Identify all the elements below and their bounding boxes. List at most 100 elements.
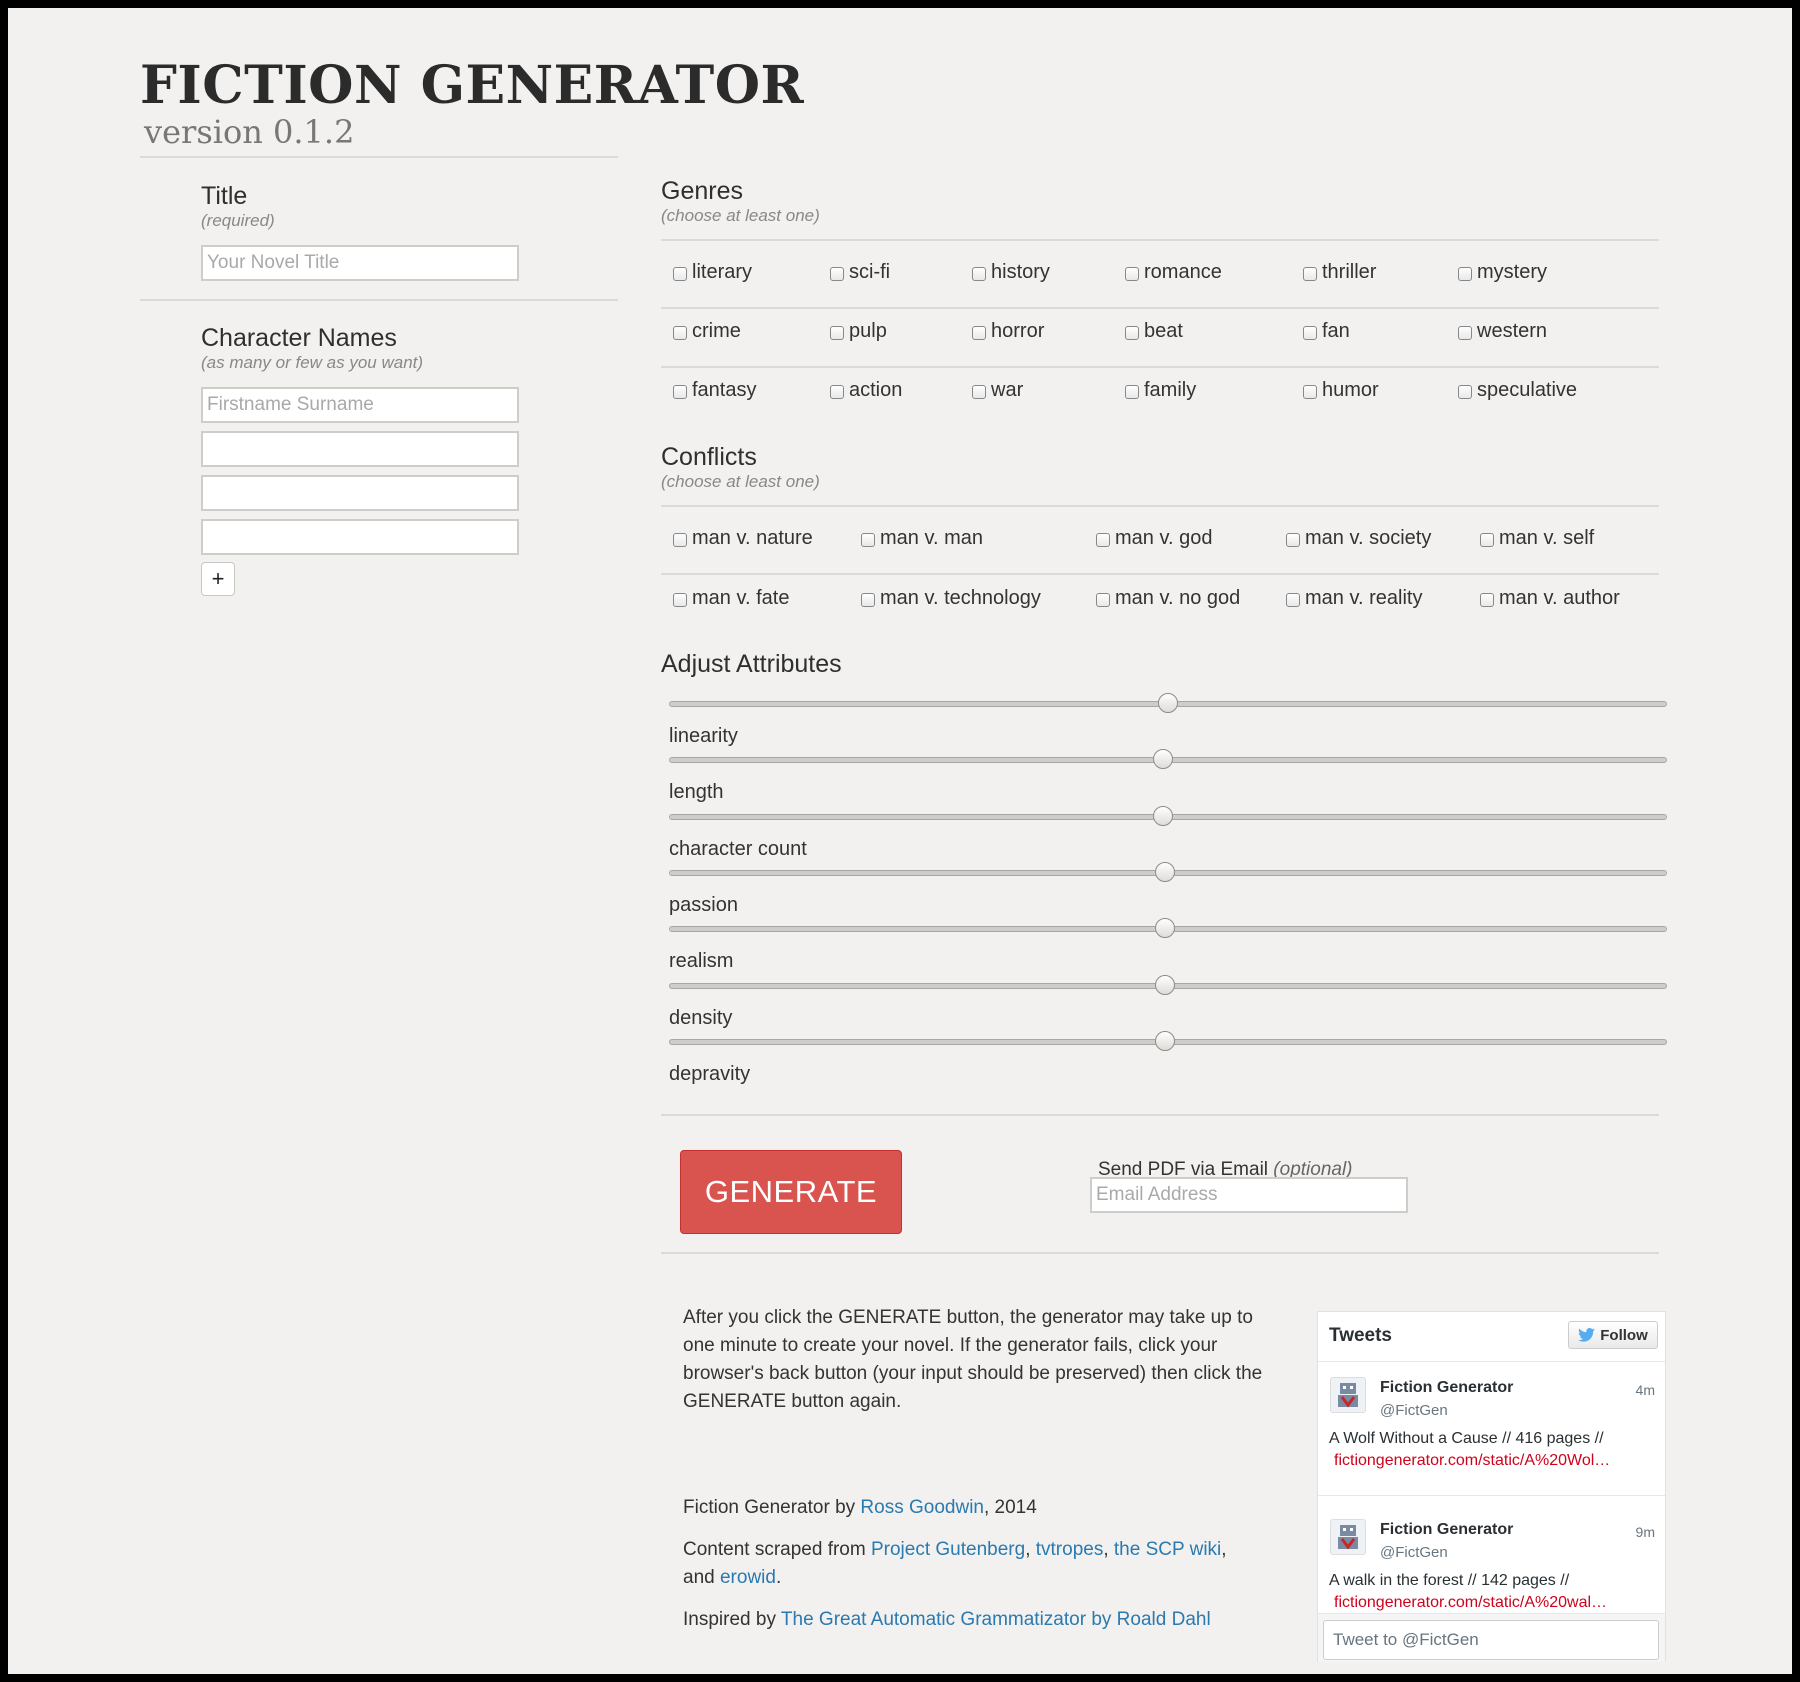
genres-checkbox-item[interactable]: war xyxy=(972,379,1023,402)
inspired-link[interactable]: The Great Automatic Grammatizator by Roa… xyxy=(781,1609,1211,1630)
attribute-slider-track[interactable] xyxy=(669,749,1667,770)
checkbox-icon[interactable] xyxy=(1480,533,1494,547)
genres-checkbox-item[interactable]: romance xyxy=(1125,261,1222,284)
generate-button[interactable]: GENERATE xyxy=(680,1150,902,1234)
checkbox-icon[interactable] xyxy=(972,326,986,340)
checkbox-icon[interactable] xyxy=(1303,385,1317,399)
novel-title-input[interactable] xyxy=(201,245,519,281)
tweet-author-name[interactable]: Fiction Generator xyxy=(1380,1522,1513,1538)
checkbox-icon[interactable] xyxy=(673,385,687,399)
checkbox-icon[interactable] xyxy=(1286,593,1300,607)
checkbox-icon[interactable] xyxy=(861,593,875,607)
conflicts-checkbox-item[interactable]: man v. self xyxy=(1480,527,1594,550)
attribute-slider-track[interactable] xyxy=(669,1030,1667,1051)
checkbox-icon[interactable] xyxy=(1303,326,1317,340)
genres-checkbox-item[interactable]: fan xyxy=(1303,320,1350,343)
genres-checkbox-item[interactable]: sci-fi xyxy=(830,261,890,284)
checkbox-icon[interactable] xyxy=(1125,326,1139,340)
tweet-link[interactable]: fictiongenerator.com/static/A%20wal… xyxy=(1334,1595,1607,1611)
tweet-author-handle[interactable]: @FictGen xyxy=(1380,1545,1448,1560)
genres-checkbox-item[interactable]: speculative xyxy=(1458,379,1577,402)
tweet-timestamp[interactable]: 4m xyxy=(1636,1383,1655,1397)
erowid-link[interactable]: erowid xyxy=(720,1567,776,1588)
checkbox-icon[interactable] xyxy=(1458,267,1472,281)
author-link[interactable]: Ross Goodwin xyxy=(860,1497,984,1518)
genres-checkbox-item[interactable]: horror xyxy=(972,320,1044,343)
slider-thumb[interactable] xyxy=(1155,1030,1175,1051)
checkbox-icon[interactable] xyxy=(673,267,687,281)
robot-avatar-icon[interactable] xyxy=(1330,1377,1366,1413)
genres-checkbox-item[interactable]: western xyxy=(1458,320,1547,343)
genres-checkbox-item[interactable]: pulp xyxy=(830,320,887,343)
genres-checkbox-item[interactable]: history xyxy=(972,261,1050,284)
attribute-slider-track[interactable] xyxy=(669,693,1667,713)
slider-thumb[interactable] xyxy=(1155,974,1175,995)
checkbox-icon[interactable] xyxy=(1125,267,1139,281)
add-character-button[interactable]: + xyxy=(201,562,235,596)
checkbox-icon[interactable] xyxy=(1096,593,1110,607)
conflicts-checkbox-item[interactable]: man v. nature xyxy=(673,527,813,550)
genres-checkbox-item[interactable]: family xyxy=(1125,379,1196,402)
comma-2: , xyxy=(1103,1539,1109,1560)
slider-thumb[interactable] xyxy=(1153,749,1174,770)
checkbox-icon[interactable] xyxy=(830,385,844,399)
checkbox-icon[interactable] xyxy=(1303,267,1317,281)
content-and: and xyxy=(683,1567,720,1588)
checkbox-icon[interactable] xyxy=(861,533,875,547)
slider-thumb[interactable] xyxy=(1155,861,1175,882)
gutenberg-link[interactable]: Project Gutenberg xyxy=(871,1539,1025,1560)
checkbox-icon[interactable] xyxy=(830,267,844,281)
attribute-slider-track[interactable] xyxy=(669,861,1667,882)
character-name-input-3[interactable] xyxy=(201,475,519,511)
character-name-input-4[interactable] xyxy=(201,519,519,555)
tweet-compose-input[interactable] xyxy=(1323,1620,1659,1660)
tweet-link[interactable]: fictiongenerator.com/static/A%20Wol… xyxy=(1334,1453,1610,1469)
attribute-slider-track[interactable] xyxy=(669,918,1667,939)
checkbox-icon[interactable] xyxy=(972,267,986,281)
checkbox-icon[interactable] xyxy=(1458,326,1472,340)
genres-checkbox-item[interactable]: action xyxy=(830,379,902,402)
scp-wiki-link[interactable]: the SCP wiki xyxy=(1114,1539,1221,1560)
conflicts-checkbox-item[interactable]: man v. technology xyxy=(861,587,1041,610)
conflicts-checkbox-item[interactable]: man v. author xyxy=(1480,587,1620,610)
tweet-author-handle[interactable]: @FictGen xyxy=(1380,1403,1448,1418)
checkbox-icon[interactable] xyxy=(673,533,687,547)
generate-divider xyxy=(661,1252,1659,1254)
robot-avatar-icon[interactable] xyxy=(1330,1519,1366,1555)
email-input[interactable] xyxy=(1090,1177,1408,1213)
slider-thumb[interactable] xyxy=(1153,805,1174,826)
genres-checkbox-item[interactable]: fantasy xyxy=(673,379,756,402)
tweet-timestamp[interactable]: 9m xyxy=(1636,1525,1655,1539)
checkbox-icon[interactable] xyxy=(1480,593,1494,607)
conflicts-checkbox-item[interactable]: man v. fate xyxy=(673,587,789,610)
checkbox-icon[interactable] xyxy=(1096,533,1110,547)
attribute-slider-track[interactable] xyxy=(669,805,1667,826)
checkbox-icon[interactable] xyxy=(830,326,844,340)
character-name-input-2[interactable] xyxy=(201,431,519,467)
checkbox-icon[interactable] xyxy=(1286,533,1300,547)
genres-checkbox-item[interactable]: mystery xyxy=(1458,261,1547,284)
character-name-input-1[interactable] xyxy=(201,387,519,423)
checkbox-icon[interactable] xyxy=(972,385,986,399)
follow-button[interactable]: Follow xyxy=(1568,1321,1658,1349)
checkbox-icon[interactable] xyxy=(1125,385,1139,399)
tvtropes-link[interactable]: tvtropes xyxy=(1036,1539,1104,1560)
genres-divider xyxy=(661,239,1659,241)
attribute-slider-track[interactable] xyxy=(669,974,1667,995)
conflicts-checkbox-item[interactable]: man v. god xyxy=(1096,527,1212,550)
genres-checkbox-item[interactable]: crime xyxy=(673,320,741,343)
slider-thumb[interactable] xyxy=(1155,918,1175,939)
genres-checkbox-item[interactable]: beat xyxy=(1125,320,1183,343)
conflicts-checkbox-item[interactable]: man v. reality xyxy=(1286,587,1422,610)
conflicts-checkbox-item[interactable]: man v. man xyxy=(861,527,983,550)
checkbox-icon[interactable] xyxy=(673,326,687,340)
genres-checkbox-item[interactable]: literary xyxy=(673,261,752,284)
tweet-author-name[interactable]: Fiction Generator xyxy=(1380,1380,1513,1396)
conflicts-checkbox-item[interactable]: man v. society xyxy=(1286,527,1431,550)
genres-checkbox-item[interactable]: humor xyxy=(1303,379,1379,402)
conflicts-checkbox-item[interactable]: man v. no god xyxy=(1096,587,1240,610)
checkbox-icon[interactable] xyxy=(1458,385,1472,399)
genres-checkbox-item[interactable]: thriller xyxy=(1303,261,1376,284)
checkbox-icon[interactable] xyxy=(673,593,687,607)
slider-thumb[interactable] xyxy=(1158,693,1178,713)
